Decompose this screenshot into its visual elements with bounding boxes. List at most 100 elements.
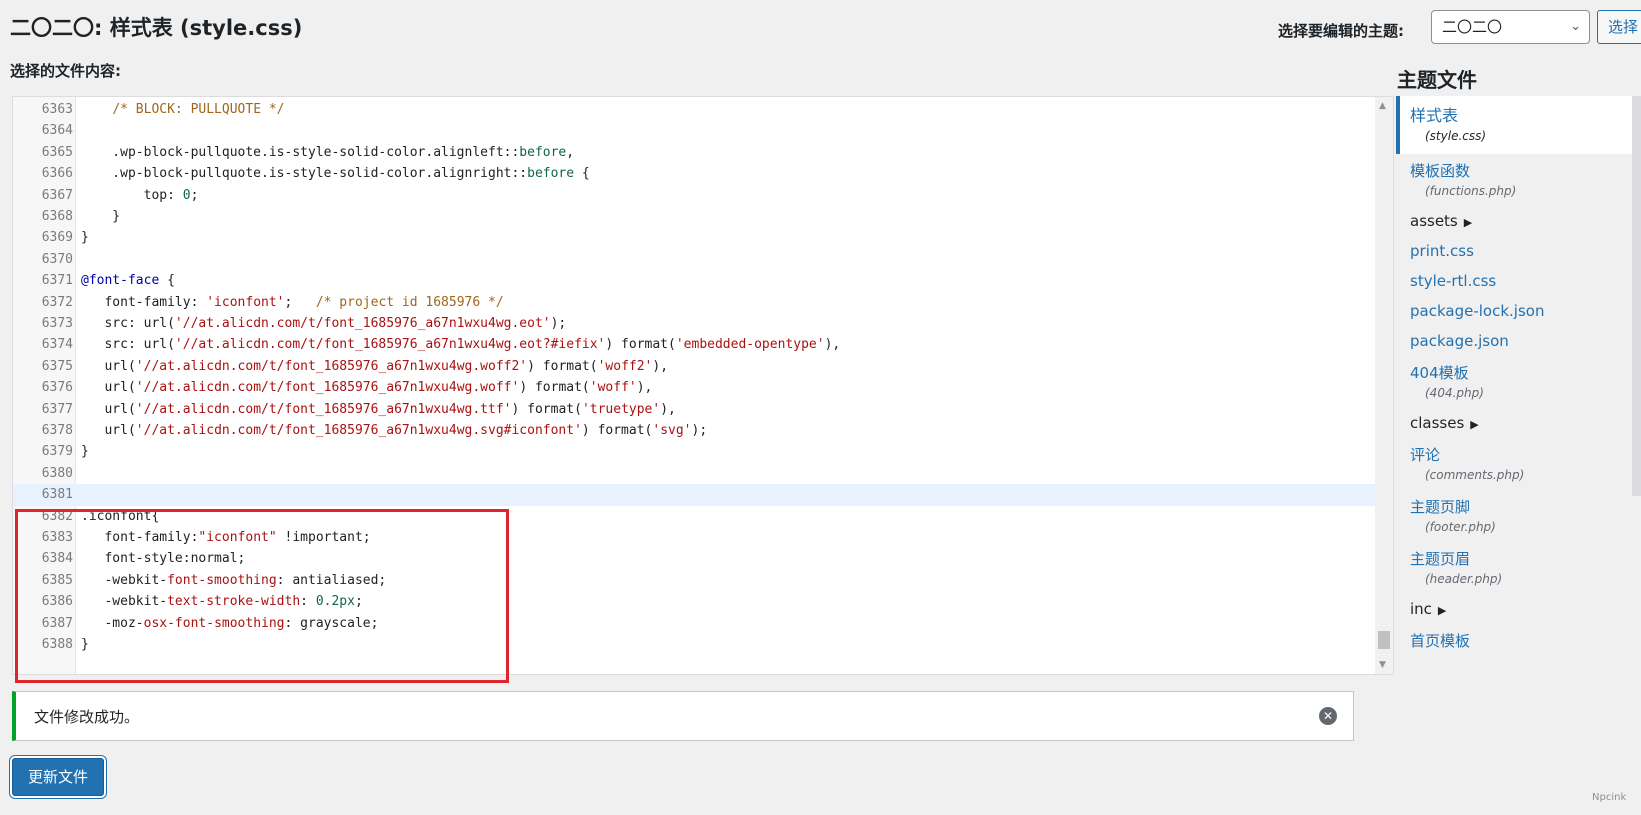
file-name: inc ▶ [1410, 600, 1447, 618]
code-line[interactable]: 6376 url('//at.alicdn.com/t/font_1685976… [13, 377, 1375, 399]
expand-arrow-icon[interactable]: ▶ [1464, 216, 1472, 229]
scrollbar-thumb[interactable] [1378, 631, 1390, 649]
code-line[interactable]: 6388} [13, 634, 1375, 656]
line-number: 6368 [41, 209, 73, 224]
theme-select-label: 选择要编辑的主题: [1278, 22, 1404, 40]
file-filename: (functions.php) [1425, 184, 1517, 198]
code-line[interactable]: 6377 url('//at.alicdn.com/t/font_1685976… [13, 399, 1375, 421]
expand-arrow-icon[interactable]: ▶ [1438, 604, 1446, 617]
code-text: font-family: 'iconfont'; /* project id 1… [81, 294, 504, 310]
code-line[interactable]: 6387 -moz-osx-font-smoothing: grayscale; [13, 613, 1375, 635]
file-name: 样式表 [1410, 106, 1459, 125]
theme-select-value: 二〇二〇 [1442, 18, 1503, 36]
line-number: 6367 [41, 187, 73, 203]
select-theme-button[interactable]: 选择 [1597, 10, 1641, 44]
update-file-button[interactable]: 更新文件 [12, 758, 104, 796]
line-number: 6375 [41, 358, 73, 374]
file-item[interactable]: 主题页脚 (footer.php) [1396, 496, 1632, 534]
code-text: url('//at.alicdn.com/t/font_1685976_a67n… [81, 401, 676, 417]
line-number: 6378 [41, 423, 73, 438]
editor-scrollbar[interactable]: ▲ ▼ [1375, 97, 1393, 674]
line-number: 6366 [41, 166, 73, 182]
success-notice: 文件修改成功。 ✕ [12, 691, 1354, 741]
code-line[interactable]: 6367 top: 0; [13, 185, 1375, 207]
code-text: .iconfont{ [81, 508, 160, 524]
line-number: 6385 [41, 572, 73, 588]
code-text: /* BLOCK: PULLQUOTE */ [112, 102, 285, 117]
code-line[interactable]: 6382 .iconfont{ [13, 506, 1375, 528]
file-item[interactable]: 评论 (comments.php) [1396, 444, 1632, 482]
code-line[interactable]: 6375 url('//at.alicdn.com/t/font_1685976… [13, 356, 1375, 378]
scroll-down-arrow-icon[interactable]: ▼ [1379, 660, 1386, 670]
file-item[interactable]: 主题页眉 (header.php) [1396, 548, 1632, 586]
code-line[interactable]: 6379} [13, 441, 1375, 463]
file-item[interactable]: style-rtl.css [1396, 272, 1632, 290]
file-name: assets ▶ [1410, 212, 1473, 230]
sidebar-scrollbar[interactable] [1632, 96, 1641, 496]
code-text: font-style:normal; [81, 551, 246, 567]
folder-item[interactable]: inc ▶ [1396, 600, 1632, 618]
code-line[interactable]: 6364 [13, 120, 1375, 142]
line-number: 6388 [41, 637, 73, 652]
file-name: package-lock.json [1410, 302, 1545, 320]
line-number: 6373 [41, 316, 73, 331]
watermark: Npcink [1592, 792, 1627, 803]
code-line[interactable]: 6366 .wp-block-pullquote.is-style-solid-… [13, 163, 1375, 185]
folder-item[interactable]: assets ▶ [1396, 212, 1632, 230]
code-line[interactable]: 6384 font-style:normal; [13, 548, 1375, 570]
code-line[interactable]: 6371 @font-face { [13, 270, 1375, 292]
expand-arrow-icon[interactable]: ▶ [1470, 418, 1478, 431]
file-item[interactable]: package-lock.json [1396, 302, 1632, 320]
line-number: 6374 [41, 337, 73, 353]
file-filename: (comments.php) [1425, 468, 1525, 482]
file-item[interactable]: package.json [1396, 332, 1632, 350]
code-text: src: url('//at.alicdn.com/t/font_1685976… [81, 316, 567, 331]
line-number: 6387 [41, 615, 73, 631]
line-number: 6383 [41, 530, 73, 545]
line-number: 6372 [41, 294, 73, 310]
code-area[interactable]: 6363 /* BLOCK: PULLQUOTE */ 6364 6365 .wp-… [13, 97, 1375, 674]
code-editor[interactable]: 6363 /* BLOCK: PULLQUOTE */ 6364 6365 .wp-… [12, 96, 1394, 675]
theme-select[interactable]: 二〇二〇 ⌄ [1431, 10, 1590, 44]
code-line[interactable]: 6386 -webkit-text-stroke-width: 0.2px; [13, 591, 1375, 613]
file-item[interactable]: 样式表 (style.css) [1396, 96, 1632, 154]
code-line[interactable]: 6383 font-family:"iconfont" !important; [13, 527, 1375, 549]
file-name: style-rtl.css [1410, 272, 1497, 290]
code-line[interactable]: 6365 .wp-block-pullquote.is-style-solid-… [13, 142, 1375, 164]
line-number: 6384 [41, 551, 73, 567]
code-line[interactable]: 6374 src: url('//at.alicdn.com/t/font_16… [13, 334, 1375, 356]
file-name: package.json [1410, 332, 1509, 350]
code-text: src: url('//at.alicdn.com/t/font_1685976… [81, 337, 841, 353]
file-name: 模板函数 [1410, 162, 1471, 180]
line-number: 6363 [41, 102, 73, 117]
code-line[interactable]: 6378 url('//at.alicdn.com/t/font_1685976… [13, 420, 1375, 442]
code-line[interactable]: 6363 /* BLOCK: PULLQUOTE */ [13, 99, 1375, 121]
file-item[interactable]: 首页模板 [1396, 630, 1632, 651]
code-line[interactable]: 6368 } [13, 206, 1375, 228]
line-number: 6382 [41, 508, 73, 524]
code-line[interactable]: 6381 [13, 484, 1375, 507]
code-line[interactable]: 6372 font-family: 'iconfont'; /* project… [13, 292, 1375, 314]
code-text: } [81, 230, 89, 246]
line-number: 6364 [41, 123, 73, 139]
code-line[interactable]: 6385 -webkit-font-smoothing: antialiased… [13, 570, 1375, 592]
chevron-down-icon: ⌄ [1570, 19, 1581, 34]
code-line[interactable]: 6373 src: url('//at.alicdn.com/t/font_16… [13, 313, 1375, 335]
file-filename: (style.css) [1425, 129, 1487, 143]
file-item[interactable]: print.css [1396, 242, 1632, 260]
code-line[interactable]: 6369} [13, 227, 1375, 249]
code-line[interactable]: 6370 [13, 249, 1375, 271]
code-line[interactable]: 6380 [13, 463, 1375, 485]
scroll-up-arrow-icon[interactable]: ▲ [1379, 101, 1386, 111]
code-text: -webkit-text-stroke-width: 0.2px; [81, 594, 363, 610]
file-item[interactable]: 404模板 (404.php) [1396, 362, 1632, 400]
line-number: 6365 [41, 144, 73, 160]
line-number: 6381 [41, 487, 73, 503]
code-text: font-family:"iconfont" !important; [81, 530, 371, 545]
file-name: 评论 [1410, 446, 1441, 464]
notice-text: 文件修改成功。 [34, 708, 140, 726]
folder-item[interactable]: classes ▶ [1396, 414, 1632, 432]
file-item[interactable]: 模板函数 (functions.php) [1396, 160, 1632, 198]
line-number: 6376 [41, 380, 73, 396]
dismiss-icon[interactable]: ✕ [1319, 707, 1337, 725]
